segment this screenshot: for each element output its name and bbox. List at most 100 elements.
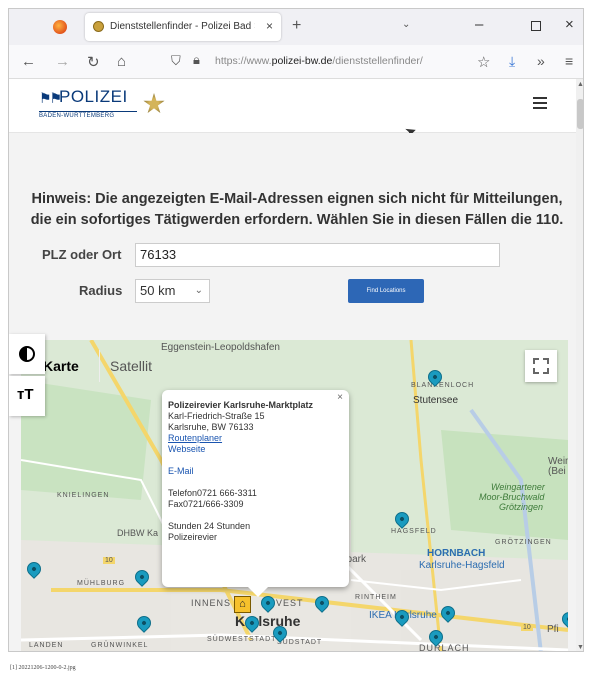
chevron-down-icon: ⌄ — [194, 285, 203, 296]
map-label-bei: (Bei — [548, 466, 566, 477]
radius-select[interactable]: 50 km ⌄ — [135, 279, 210, 303]
browser-window: Dienststellenfinder - Polizei Bad × × + … — [8, 8, 584, 652]
contrast-icon — [19, 346, 35, 362]
logo-wordmark[interactable]: POLIZEI — [59, 87, 128, 107]
info-close-icon[interactable]: × — [337, 392, 343, 403]
road-shield-10b: 10 — [521, 624, 533, 631]
info-gap — [168, 510, 343, 521]
email-link[interactable]: E-Mail — [168, 466, 343, 477]
map-label-moorbruchwald: Moor-Bruchwald — [479, 492, 545, 502]
map[interactable]: Eggenstein-Leopoldshafen BLANKENLOCH Stu… — [21, 340, 568, 652]
window-minimize-button[interactable]: – — [475, 16, 483, 33]
station-phone: Telefon0721 666-3311 — [168, 488, 257, 498]
image-caption: [1] 20221206-1200-0-2.jpg — [10, 665, 76, 671]
bookmark-star-icon[interactable]: ☆ — [477, 53, 490, 71]
map-label-rintheim: RINTHEIM — [355, 594, 397, 601]
map-label-grunwinkel: GRÜNWINKEL — [91, 642, 149, 649]
window-close-button[interactable]: × — [565, 16, 574, 33]
tab-title: Dienststellenfinder - Polizei Bad × — [110, 21, 255, 32]
url-domain: polizei-bw.de — [271, 55, 333, 67]
station-city: Karlsruhe, BW 76133 — [168, 422, 254, 432]
police-eagle-icon[interactable]: ⚑⚑ — [39, 90, 62, 107]
map-label-muhlburg: MÜHLBURG — [77, 580, 126, 587]
back-arrow-icon[interactable]: ← — [21, 53, 36, 70]
map-label-blankenloch: BLANKENLOCH — [411, 382, 475, 389]
window-maximize-button[interactable] — [531, 21, 541, 31]
tab-bar: Dienststellenfinder - Polizei Bad × × + … — [9, 9, 583, 45]
police-star-icon — [143, 93, 165, 114]
tab-close-icon[interactable]: × — [266, 19, 273, 33]
station-type: Polizeirevier — [168, 532, 218, 542]
map-label-west: VEST — [276, 598, 304, 608]
website-link[interactable]: Webseite — [168, 444, 343, 455]
map-label-sudweststadt: SÜDWESTSTADT — [207, 636, 277, 643]
reload-icon[interactable]: ↻ — [87, 53, 100, 71]
map-label-innenstadt: INNENS — [191, 598, 232, 608]
map-label-weingartener: Weingartener — [491, 482, 545, 492]
scroll-down-icon[interactable]: ▼ — [577, 644, 583, 651]
site-header: ⚑⚑ POLIZEI BADEN-WÜRTTEMBERG ➤ — [9, 79, 576, 141]
map-label-eggenstein: Eggenstein-Leopoldshafen — [161, 342, 280, 353]
fullscreen-icon-corner-br — [543, 368, 549, 374]
map-label-sudstadt: SÜDSTADT — [277, 639, 323, 646]
tab-dienststellenfinder[interactable]: Dienststellenfinder - Polizei Bad × × — [85, 13, 281, 41]
home-icon[interactable]: ⌂ — [117, 53, 126, 70]
app-menu-icon[interactable]: ≡ — [565, 53, 573, 69]
scroll-thumb[interactable] — [577, 99, 583, 129]
map-label-knielingen: KNIELINGEN — [57, 492, 110, 499]
url-text[interactable]: https://www.polizei-bw.de/dienststellenf… — [215, 55, 423, 67]
station-street: Karl-Friedrich-Straße 15 — [168, 411, 265, 421]
logo-subtitle: BADEN-WÜRTTEMBERG — [39, 111, 137, 119]
firefox-logo-icon[interactable] — [53, 20, 67, 34]
info-gap — [168, 477, 343, 488]
map-label-hagsfeld: HAGSFELD — [391, 528, 437, 535]
station-hours: Stunden 24 Stunden — [168, 521, 251, 531]
fullscreen-button[interactable] — [525, 350, 557, 382]
forward-arrow-icon[interactable]: → — [55, 53, 70, 70]
new-tab-button[interactable]: + — [292, 17, 301, 35]
list-tabs-icon[interactable]: ⌄ — [402, 19, 410, 30]
find-locations-button[interactable]: Find Locations — [348, 279, 424, 303]
page-scrollbar[interactable]: ▲ ▼ — [576, 79, 583, 651]
radius-value: 50 km — [140, 283, 176, 298]
fullscreen-icon-corner-tr — [543, 358, 549, 364]
plz-input[interactable]: 76133 — [135, 243, 500, 267]
page-viewport: ⚑⚑ POLIZEI BADEN-WÜRTTEMBERG ➤ Hinweis: … — [9, 79, 583, 652]
text-size-button[interactable]: тT — [9, 376, 45, 416]
road-shield-10: 10 — [103, 557, 115, 564]
station-fax: Fax0721/666-3309 — [168, 499, 244, 509]
text-size-icon: тT — [17, 386, 34, 403]
station-title: Polizeirevier Karlsruhe-Marktplatz — [168, 400, 314, 410]
map-label-pfi: Pfi — [547, 624, 559, 635]
map-label-dhbw: DHBW Ka — [117, 528, 159, 538]
map-label-grotzingen: Grötzingen — [499, 502, 544, 512]
map-type-satellit-button[interactable]: Satellit — [99, 350, 171, 382]
radius-label: Radius — [79, 283, 123, 298]
police-favicon-icon — [93, 21, 104, 32]
map-label-hornbach: HORNBACH — [427, 548, 486, 559]
contrast-toggle-button[interactable] — [9, 334, 45, 374]
fullscreen-icon — [533, 358, 539, 364]
email-hint: Hinweis: Die angezeigten E-Mail-Adressen… — [30, 191, 564, 228]
navigation-bar: ← → ↻ ⌂ ⛉ 🔒︎ https://www.polizei-bw.de/d… — [9, 45, 583, 79]
map-label-stutensee: Stutensee — [413, 395, 459, 406]
map-label-hornbach-sub: Karlsruhe-Hagsfeld — [419, 560, 505, 571]
lock-icon[interactable]: 🔒︎ — [193, 52, 200, 68]
scroll-up-icon[interactable]: ▲ — [577, 81, 583, 88]
tracking-shield-icon[interactable]: ⛉ — [171, 53, 181, 69]
info-gap — [168, 455, 343, 466]
station-info-window: × Polizeirevier Karlsruhe-Marktplatz Kar… — [162, 390, 349, 597]
download-icon[interactable]: ⤓ — [509, 53, 515, 70]
url-scheme: https://www. — [215, 55, 272, 67]
map-label-grotzingen-caps: GRÖTZINGEN — [495, 539, 552, 546]
fullscreen-icon-corner-bl — [533, 368, 539, 374]
police-station-home-icon[interactable]: ⌂ — [234, 596, 251, 613]
map-label-durlach: DURLACH — [419, 643, 470, 652]
more-tools-icon[interactable]: » — [537, 53, 545, 69]
plz-label: PLZ oder Ort — [42, 247, 122, 262]
url-bar[interactable]: ⛉ 🔒︎ https://www.polizei-bw.de/dienstste… — [167, 51, 459, 73]
route-planner-link[interactable]: Routenplaner — [168, 433, 343, 444]
hamburger-menu-icon[interactable] — [533, 97, 547, 109]
url-path: /dienststellenfinder/ — [332, 55, 423, 67]
map-label-landen: LANDEN — [29, 642, 64, 649]
